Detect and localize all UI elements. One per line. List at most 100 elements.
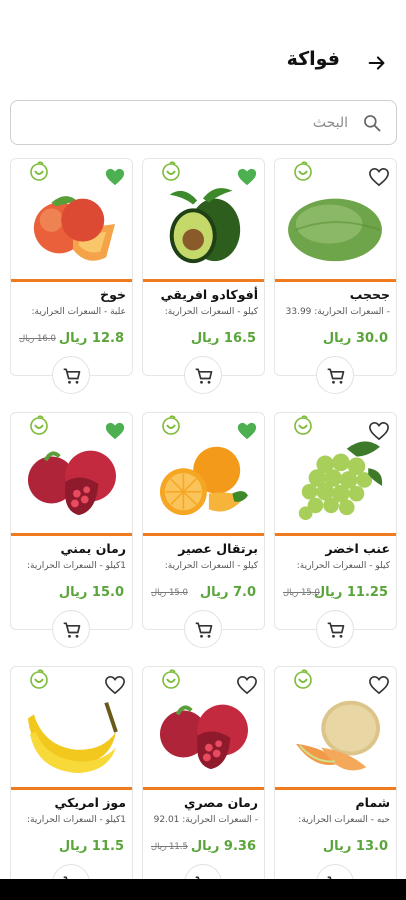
heart-outline-icon[interactable] (368, 167, 390, 187)
product-name: أفوكادو افريقي (160, 287, 258, 302)
product-image (11, 159, 132, 279)
brand-badge-icon (294, 161, 312, 181)
product-calories: كيلو - السعرات الحرارية: (164, 307, 258, 317)
card-divider (143, 279, 264, 282)
page-title: فواكة (286, 48, 340, 70)
brand-badge-icon (162, 669, 180, 689)
melon-long-image (288, 198, 382, 262)
banana-image (27, 702, 118, 774)
app-header: فواكة (0, 0, 406, 96)
add-to-cart-button[interactable] (184, 356, 222, 394)
product-calories: - السعرات الحرارية: 92.01 (153, 815, 258, 825)
card-divider (11, 787, 132, 790)
card-divider (11, 533, 132, 536)
product-image (143, 159, 264, 279)
product-name: خوخ (100, 287, 126, 302)
brand-badge-icon (30, 669, 48, 689)
heart-outline-icon[interactable] (368, 675, 390, 695)
cart-icon (63, 368, 81, 384)
product-price: 30.0 ريال (322, 331, 388, 346)
brand-badge-icon (162, 415, 180, 435)
card-divider (275, 787, 396, 790)
heart-outline-icon[interactable] (368, 421, 390, 441)
card-divider (275, 279, 396, 282)
heart-filled-icon[interactable] (236, 421, 258, 441)
brand-badge-icon (30, 161, 48, 181)
product-name: برتقال عصير (178, 541, 258, 556)
search-icon (364, 115, 381, 132)
orange-image (159, 446, 248, 516)
product-card[interactable]: برتقال عصير كيلو - السعرات الحرارية: 7.0… (142, 412, 265, 648)
product-old-price: 15.0 ريال (283, 588, 320, 598)
product-image (11, 413, 132, 533)
product-calories: علبة - السعرات الحرارية: (31, 307, 127, 317)
search-bar[interactable] (10, 100, 397, 145)
product-old-price: 15.0 ريال (151, 588, 188, 598)
cart-icon (195, 622, 213, 638)
product-price: 7.0 ريال (199, 585, 256, 600)
product-name: موز امريكي (54, 795, 126, 810)
product-card[interactable]: رمان مصري - السعرات الحرارية: 92.01 9.36… (142, 666, 265, 900)
add-to-cart-button[interactable] (316, 356, 354, 394)
product-card[interactable]: شمام حبه - السعرات الحرارية: 13.0 ريال (274, 666, 397, 900)
heart-filled-icon[interactable] (104, 421, 126, 441)
product-name: عنب اخضر (325, 541, 390, 556)
avocado-image (169, 188, 241, 264)
card-divider (143, 787, 264, 790)
cart-icon (195, 368, 213, 384)
product-card[interactable]: أفوكادو افريقي كيلو - السعرات الحرارية: … (142, 158, 265, 394)
brand-badge-icon (294, 415, 312, 435)
product-price: 16.5 ريال (190, 331, 256, 346)
product-name: رمان يمني (60, 541, 126, 556)
heart-filled-icon[interactable] (236, 167, 258, 187)
product-card[interactable]: عنب اخضر كيلو - السعرات الحرارية: 11.25 … (274, 412, 397, 648)
product-name: رمان مصري (184, 795, 258, 810)
product-calories: 1كيلو - السعرات الحرارية: (27, 815, 126, 825)
product-card[interactable]: رمان يمني 1كيلو - السعرات الحرارية: 15.0… (10, 412, 133, 648)
heart-outline-icon[interactable] (104, 675, 126, 695)
product-name: شمام (355, 795, 390, 810)
product-price: 12.8 ريال (58, 331, 124, 346)
brand-badge-icon (162, 161, 180, 181)
product-calories: كيلو - السعرات الحرارية: (164, 561, 258, 571)
cantaloupe-image (295, 700, 380, 771)
product-price: 13.0 ريال (322, 839, 388, 854)
product-old-price: 11.5 ريال (151, 842, 188, 852)
add-to-cart-button[interactable] (52, 356, 90, 394)
product-card[interactable]: خوخ علبة - السعرات الحرارية: 12.8 ريال 1… (10, 158, 133, 394)
product-old-price: 16.0 ريال (19, 334, 56, 344)
product-price: 11.5 ريال (58, 839, 124, 854)
product-image (11, 667, 132, 787)
product-price: 9.36 ريال (190, 839, 256, 854)
product-image (275, 413, 396, 533)
system-nav-bar (0, 879, 406, 900)
brand-badge-icon (30, 415, 48, 435)
pomegranate-image (27, 450, 116, 516)
add-to-cart-button[interactable] (52, 610, 90, 648)
product-image (275, 159, 396, 279)
pomegranate-image (159, 704, 248, 770)
cart-icon (63, 622, 81, 638)
card-divider (143, 533, 264, 536)
product-price: 11.25 ريال (313, 585, 388, 600)
product-name: جحجب (349, 287, 390, 302)
product-price: 15.0 ريال (58, 585, 124, 600)
product-image (143, 667, 264, 787)
heart-outline-icon[interactable] (236, 675, 258, 695)
product-image (143, 413, 264, 533)
card-divider (11, 279, 132, 282)
grapes-image (298, 441, 383, 521)
product-card[interactable]: موز امريكي 1كيلو - السعرات الحرارية: 11.… (10, 666, 133, 900)
product-calories: 1كيلو - السعرات الحرارية: (27, 561, 126, 571)
product-card[interactable]: جحجب - السعرات الحرارية: 33.99 30.0 ريال (274, 158, 397, 394)
search-input[interactable] (28, 109, 348, 137)
heart-filled-icon[interactable] (104, 167, 126, 187)
product-calories: كيلو - السعرات الحرارية: (296, 561, 390, 571)
cart-icon (327, 622, 345, 638)
product-calories: حبه - السعرات الحرارية: (298, 815, 390, 825)
add-to-cart-button[interactable] (316, 610, 354, 648)
brand-badge-icon (294, 669, 312, 689)
add-to-cart-button[interactable] (184, 610, 222, 648)
arrow-right-icon[interactable] (366, 52, 388, 74)
cart-icon (327, 368, 345, 384)
